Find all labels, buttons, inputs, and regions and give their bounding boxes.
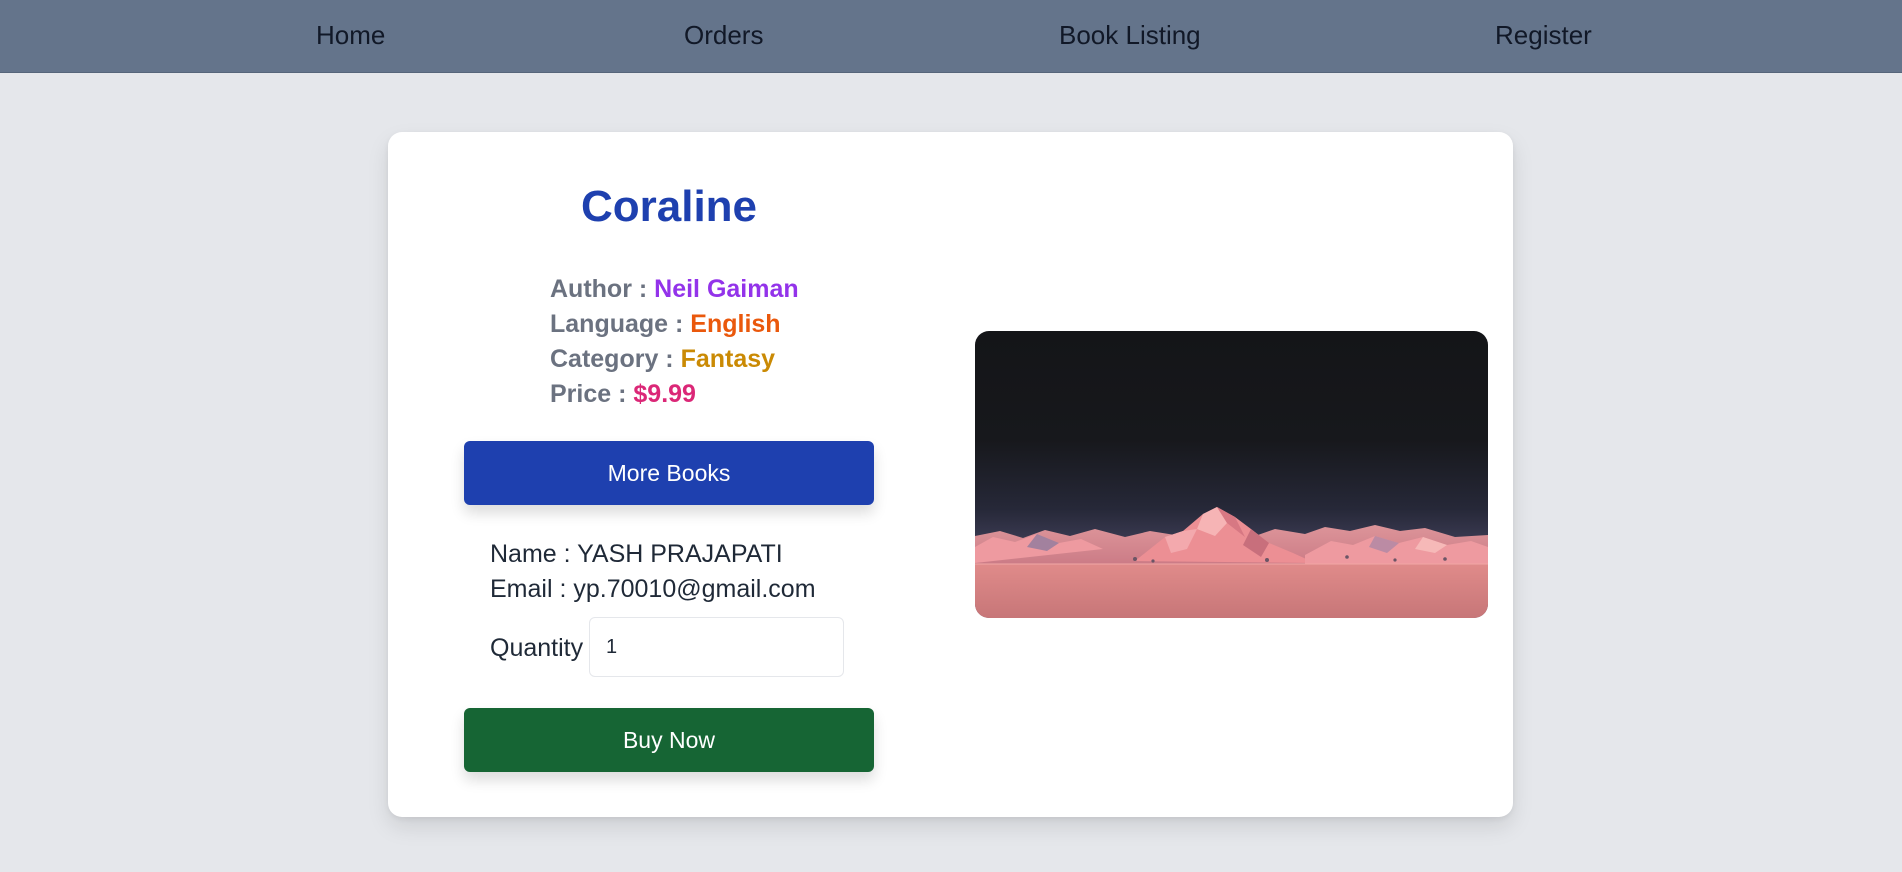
book-title: Coraline	[580, 182, 758, 231]
quantity-input[interactable]	[589, 617, 844, 677]
author-value: Neil Gaiman	[654, 275, 799, 303]
user-name: Name : YASH PRAJAPATI	[490, 540, 783, 568]
top-navbar: Home Orders Book Listing Register	[0, 0, 1902, 73]
language-label: Language :	[550, 310, 684, 338]
nav-home-link[interactable]: Home	[316, 20, 385, 51]
language-value: English	[690, 310, 781, 338]
price-value: $9.99	[633, 380, 696, 408]
price-row: Price : $9.99	[550, 380, 696, 409]
mountain-landscape-image	[975, 331, 1488, 618]
language-row: Language : English	[550, 310, 781, 339]
more-books-button[interactable]: More Books	[464, 441, 874, 505]
category-label: Category :	[550, 345, 674, 373]
price-label: Price :	[550, 380, 627, 408]
nav-orders-link[interactable]: Orders	[684, 20, 763, 51]
category-row: Category : Fantasy	[550, 345, 775, 374]
buy-now-button[interactable]: Buy Now	[464, 708, 874, 772]
author-label: Author :	[550, 275, 648, 303]
book-details-card: Coraline Author : Neil Gaiman Language :…	[388, 132, 1513, 817]
category-value: Fantasy	[680, 345, 776, 373]
nav-register-link[interactable]: Register	[1495, 20, 1592, 51]
user-email: Email : yp.70010@gmail.com	[490, 575, 816, 603]
author-row: Author : Neil Gaiman	[550, 275, 799, 304]
quantity-label: Quantity	[490, 634, 584, 662]
nav-book-listing-link[interactable]: Book Listing	[1059, 20, 1201, 51]
